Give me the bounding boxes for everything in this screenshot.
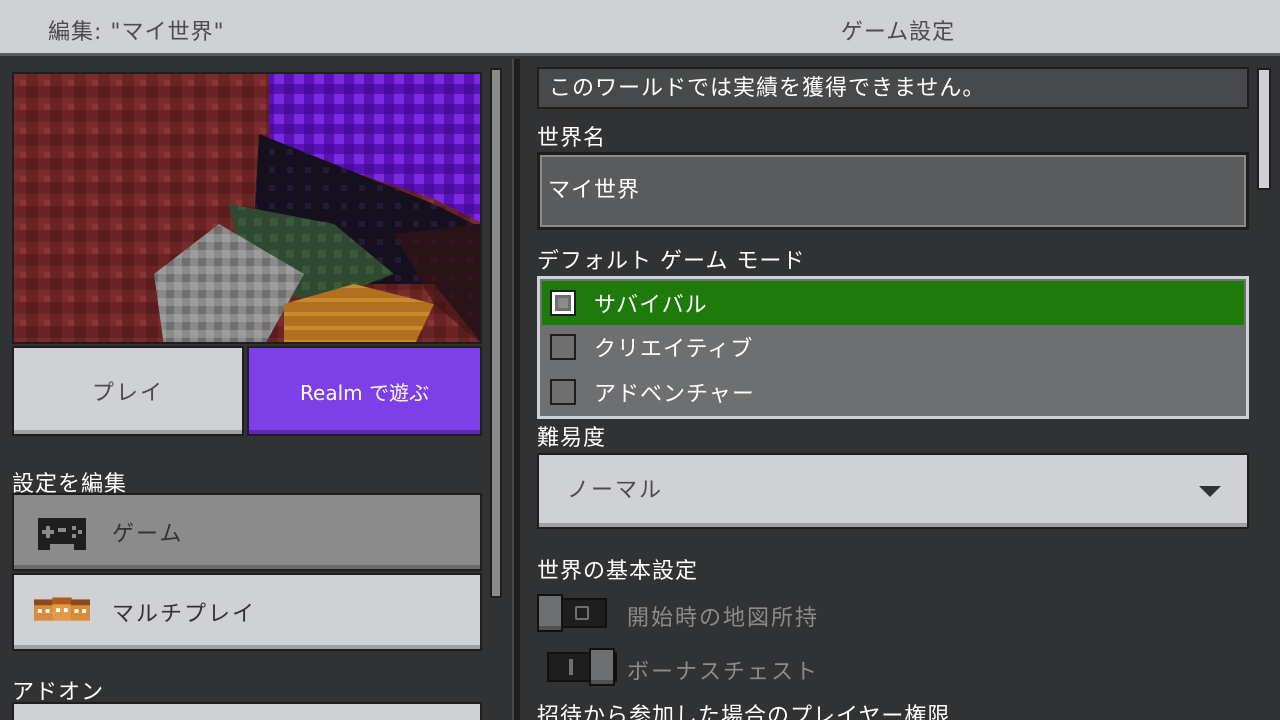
multiplayer-icon [34, 588, 90, 636]
difficulty-value: ノーマル [567, 478, 664, 503]
starting-map-label: 開始時の地図所持 [627, 606, 820, 631]
toggle-knob [589, 648, 615, 686]
difficulty-label: 難易度 [537, 426, 607, 451]
game-mode-creative[interactable]: クリエイティブ [542, 325, 1244, 369]
menu-item-label: ゲーム [112, 522, 184, 547]
menu-item-addons[interactable] [12, 702, 482, 720]
starting-map-toggle[interactable] [537, 594, 607, 632]
bonus-chest-label: ボーナスチェスト [627, 660, 820, 685]
header-bar: 編集: "マイ世界" ゲーム設定 [0, 0, 1280, 56]
game-mode-label-text: サバイバル [594, 293, 708, 318]
left-scrollbar[interactable] [490, 68, 502, 598]
toggle-off-icon [575, 606, 589, 620]
world-name-label: 世界名 [537, 126, 607, 151]
game-mode-survival[interactable]: サバイバル [542, 281, 1244, 325]
game-mode-label: デフォルト ゲーム モード [537, 249, 806, 274]
right-scrollbar[interactable] [1257, 68, 1271, 190]
world-preview-art [14, 74, 480, 342]
bonus-chest-toggle[interactable] [547, 648, 617, 686]
radio-unchecked-icon [550, 334, 576, 360]
game-mode-label-text: クリエイティブ [594, 337, 754, 362]
difficulty-dropdown[interactable]: ノーマル [537, 453, 1249, 529]
page-title: ゲーム設定 [840, 20, 956, 45]
invite-permission-heading: 招待から参加した場合のプレイヤー権限 [537, 704, 951, 720]
controller-icon [34, 508, 90, 556]
world-basics-heading: 世界の基本設定 [537, 559, 699, 584]
toggle-knob [537, 594, 563, 632]
radio-unchecked-icon [550, 379, 576, 405]
chevron-down-icon [1199, 486, 1221, 497]
world-name-input[interactable]: マイ世界 [537, 152, 1249, 230]
menu-item-game[interactable]: ゲーム [12, 493, 482, 571]
game-mode-label-text: アドベンチャー [594, 382, 755, 407]
panel-divider [512, 59, 520, 720]
play-button[interactable]: プレイ [12, 346, 244, 436]
toggle-on-icon [569, 659, 573, 675]
game-mode-list: サバイバル クリエイティブ アドベンチャー [537, 276, 1249, 419]
achievement-notice: このワールドでは実績を獲得できません。 [537, 67, 1249, 109]
play-on-realm-button[interactable]: Realm で遊ぶ [247, 346, 482, 436]
radio-checked-icon [550, 290, 576, 316]
world-preview-image [12, 72, 482, 344]
menu-item-label: マルチプレイ [112, 602, 257, 627]
menu-item-multiplayer[interactable]: マルチプレイ [12, 573, 482, 651]
game-mode-adventure[interactable]: アドベンチャー [542, 370, 1244, 414]
